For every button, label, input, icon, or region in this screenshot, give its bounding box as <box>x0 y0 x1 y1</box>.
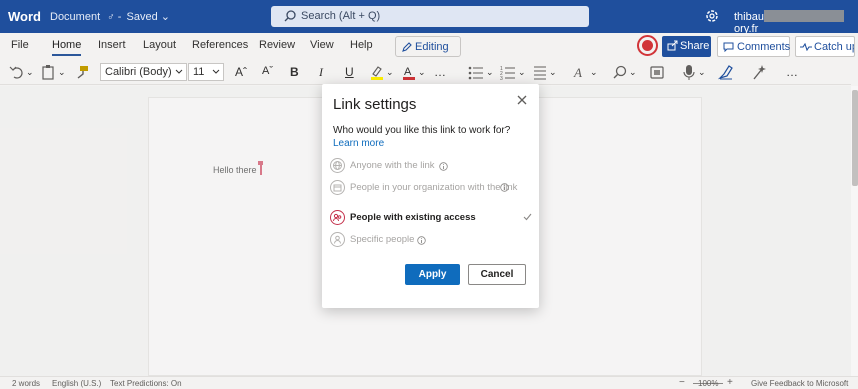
document-name-area[interactable]: Document ♂ - Saved ⌄ <box>50 10 170 23</box>
close-icon[interactable] <box>515 93 529 107</box>
tab-view[interactable]: View <box>310 39 334 51</box>
redacted-block <box>763 10 844 22</box>
find-icon[interactable] <box>612 64 627 81</box>
chevron-down-icon[interactable]: ⌄ <box>629 67 637 78</box>
app-name: Word <box>8 9 41 24</box>
zoom-out-icon[interactable]: − <box>679 377 685 388</box>
more-icon[interactable]: … <box>434 65 446 79</box>
styles-icon[interactable]: A <box>573 64 588 81</box>
font-name-select[interactable]: Calibri (Body) <box>100 63 187 81</box>
tab-home[interactable]: Home <box>52 39 82 56</box>
feedback-link[interactable]: Give Feedback to Microsoft <box>751 379 848 388</box>
gear-icon[interactable] <box>704 8 720 24</box>
grow-font-icon[interactable]: Aˆ <box>235 65 247 79</box>
info-icon[interactable] <box>417 236 426 245</box>
align-icon[interactable] <box>533 64 547 81</box>
share-icon <box>667 40 678 51</box>
tab-file[interactable]: File <box>11 39 29 51</box>
chevron-down-icon[interactable]: ⌄ <box>161 11 170 23</box>
dialog-title: Link settings <box>333 96 417 113</box>
language-status[interactable]: English (U.S.) <box>52 379 101 388</box>
globe-icon <box>330 158 345 173</box>
sensitivity-icon[interactable] <box>650 64 664 81</box>
status-bar: 2 words English (U.S.) Text Predictions:… <box>0 376 858 389</box>
chevron-down-icon[interactable]: ⌄ <box>590 67 598 78</box>
saved-status: Saved <box>126 11 158 23</box>
font-color-icon[interactable]: A <box>402 64 416 81</box>
comments-button[interactable]: Comments <box>717 36 790 57</box>
chevron-down-icon[interactable]: ⌄ <box>386 67 394 78</box>
chevron-down-icon[interactable]: ⌄ <box>698 67 706 78</box>
catch-up-button[interactable]: Catch up <box>795 36 855 57</box>
home-toolbar: ⌄ ⌄ Calibri (Body) 11 Aˆ Aˇ B I U ⌄ A ⌄ … <box>0 60 858 85</box>
learn-more-link[interactable]: Learn more <box>333 138 384 149</box>
document-name[interactable]: Document <box>50 11 100 23</box>
chevron-down-icon[interactable]: ⌄ <box>518 67 526 78</box>
tab-references[interactable]: References <box>192 39 248 51</box>
link-settings-dialog: Link settings Who would you like this li… <box>322 84 539 308</box>
dialog-question: Who would you like this link to work for… <box>333 125 511 136</box>
chevron-down-icon[interactable]: ⌄ <box>26 67 34 78</box>
svg-text:A: A <box>404 66 412 78</box>
editor-icon[interactable] <box>718 64 734 81</box>
zoom-level[interactable]: 100% <box>698 379 718 388</box>
tab-help[interactable]: Help <box>350 39 373 51</box>
chevron-down-icon <box>212 69 220 74</box>
comment-icon <box>723 42 734 52</box>
tab-review[interactable]: Review <box>259 39 295 51</box>
font-size-select[interactable]: 11 <box>188 63 224 81</box>
person-icon <box>330 232 345 247</box>
ribbon-tabs: File Home Insert Layout References Revie… <box>0 33 858 60</box>
clipboard-icon[interactable] <box>42 64 54 81</box>
numbering-icon[interactable]: 123 <box>500 64 516 81</box>
pulse-icon <box>800 43 812 51</box>
tab-insert[interactable]: Insert <box>98 39 126 51</box>
chevron-down-icon <box>175 69 183 74</box>
chevron-down-icon[interactable]: ⌄ <box>418 67 426 78</box>
title-bar: Word Document ♂ - Saved ⌄ Search (Alt + … <box>0 0 858 35</box>
record-button[interactable] <box>637 35 658 56</box>
designer-icon[interactable] <box>752 64 766 81</box>
chevron-down-icon[interactable]: ⌄ <box>549 67 557 78</box>
bold-icon[interactable]: B <box>290 65 299 79</box>
search-placeholder: Search (Alt + Q) <box>301 10 381 22</box>
cancel-button[interactable]: Cancel <box>468 264 526 285</box>
text-predictions-status[interactable]: Text Predictions: On <box>110 379 182 388</box>
option-label: Anyone with the link <box>350 160 435 171</box>
search-icon <box>284 10 296 22</box>
underline-icon[interactable]: U <box>345 65 354 79</box>
people-icon <box>330 210 345 225</box>
pen-icon <box>402 42 412 52</box>
option-label: People with existing access <box>350 212 476 223</box>
info-icon[interactable] <box>439 162 448 171</box>
format-painter-icon[interactable] <box>75 64 89 81</box>
option-label: People in your organization with the lin… <box>350 182 518 193</box>
microphone-icon[interactable] <box>683 64 695 81</box>
building-icon <box>330 180 345 195</box>
checkmark-icon <box>523 213 532 221</box>
info-icon[interactable] <box>500 183 509 192</box>
chevron-down-icon[interactable]: ⌄ <box>58 67 66 78</box>
apply-button[interactable]: Apply <box>405 264 460 285</box>
user-account[interactable]: thibauory.fr <box>734 10 858 35</box>
svg-text:A: A <box>573 65 582 80</box>
editing-mode-button[interactable]: Editing <box>395 36 461 57</box>
italic-icon[interactable]: I <box>319 65 323 80</box>
svg-text:3: 3 <box>500 76 503 81</box>
chevron-down-icon[interactable]: ⌄ <box>486 67 494 78</box>
word-count[interactable]: 2 words <box>12 379 40 388</box>
more-options-icon[interactable]: … <box>786 65 798 79</box>
tab-layout[interactable]: Layout <box>143 39 176 51</box>
bullets-icon[interactable] <box>468 64 484 81</box>
shared-people-icon: ♂ <box>107 12 115 23</box>
search-box[interactable]: Search (Alt + Q) <box>271 6 589 27</box>
share-button[interactable]: Share <box>662 36 711 57</box>
option-label: Specific people <box>350 234 415 245</box>
highlight-icon[interactable] <box>370 64 384 81</box>
zoom-in-icon[interactable]: + <box>727 377 733 388</box>
undo-icon[interactable] <box>9 64 23 81</box>
shrink-font-icon[interactable]: Aˇ <box>262 65 273 77</box>
